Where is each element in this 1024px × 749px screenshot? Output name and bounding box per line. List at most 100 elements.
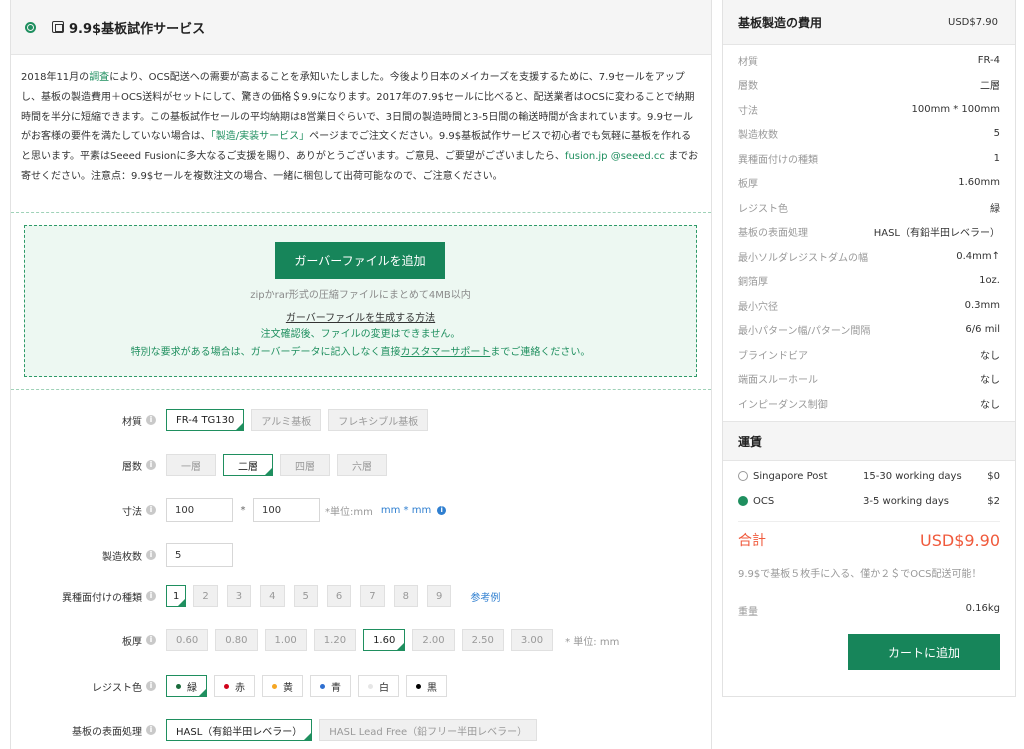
spec-row: ブラインドビア なし: [738, 344, 1000, 364]
designs-option[interactable]: 1: [166, 585, 187, 607]
thickness-option[interactable]: 1.20: [313, 629, 357, 651]
mask-option-black[interactable]: 黒: [406, 675, 447, 697]
thickness-option[interactable]: 0.60: [166, 629, 209, 651]
spec-row: 最小ソルダレジストダムの幅 0.4mm↑: [738, 246, 1000, 266]
size-unit-toggle[interactable]: mm * mm: [381, 505, 431, 516]
spec-value: 6/6 mil: [965, 323, 1000, 335]
spec-key: 基板の表面処理: [738, 227, 808, 239]
info-icon[interactable]: i: [146, 550, 156, 560]
mask-option-blue[interactable]: 青: [310, 675, 351, 697]
gerber-howto-link[interactable]: ガーバーファイルを生成する方法: [25, 309, 696, 324]
info-icon[interactable]: i: [146, 505, 156, 515]
reference-example-link[interactable]: 参考例: [470, 589, 500, 604]
add-to-cart-button[interactable]: カートに追加: [848, 634, 1000, 670]
thickness-option[interactable]: 2.50: [461, 629, 504, 651]
info-icon[interactable]: i: [146, 725, 156, 735]
designs-option[interactable]: 6: [326, 585, 352, 607]
note-text: 特別な要求がある場合は、ガーバーデータに記入しなく直接: [130, 347, 401, 358]
spec-value: HASL（有鉛半田レベラー）: [873, 227, 1000, 239]
mask-option-green[interactable]: 緑: [166, 675, 207, 697]
layers-option[interactable]: 四層: [280, 454, 330, 476]
material-option[interactable]: アルミ基板: [251, 409, 322, 431]
info-icon[interactable]: i: [146, 460, 156, 470]
finish-label: 基板の表面処理 i: [11, 723, 166, 738]
spec-value: 二層: [980, 80, 1000, 92]
total-row: 合計 USD$9.90: [738, 530, 1000, 550]
shipping-option-ocs[interactable]: OCS 3-5 working days $2: [738, 491, 1000, 511]
designs-option[interactable]: 2: [193, 585, 218, 607]
label-text: 製造枚数: [102, 551, 142, 563]
layers-option[interactable]: 一層: [166, 454, 216, 476]
material-row: 材質 i FR-4 TG130 アルミ基板 フレキシブル基板: [11, 407, 711, 433]
thickness-option[interactable]: 2.00: [412, 629, 455, 651]
divider: [11, 212, 711, 213]
info-icon[interactable]: i: [146, 635, 156, 645]
shipping-name: OCS: [753, 495, 775, 507]
spec-key: 寸法: [738, 105, 758, 117]
thickness-option[interactable]: 3.00: [510, 629, 554, 651]
spec-value: 1.60mm: [958, 176, 1000, 188]
info-icon[interactable]: i: [146, 681, 156, 691]
spec-value: FR-4: [977, 54, 1000, 66]
material-label: 材質 i: [11, 413, 166, 428]
color-swatch: [272, 683, 277, 689]
layers-option[interactable]: 二層: [223, 454, 273, 476]
finish-option[interactable]: HASL（有鉛半田レベラー）: [166, 719, 313, 741]
divider: [738, 521, 1000, 522]
shipping-header: 運賃: [723, 421, 1015, 461]
designs-option[interactable]: 4: [260, 585, 285, 607]
designs-option[interactable]: 9: [427, 585, 452, 607]
email-link[interactable]: fusion.jp @seeed.cc: [565, 151, 665, 162]
shipping-option-singapore-post[interactable]: Singapore Post 15-30 working days $0: [738, 466, 1000, 486]
layers-option[interactable]: 六層: [337, 454, 387, 476]
designs-option[interactable]: 3: [226, 585, 252, 607]
designs-option[interactable]: 7: [360, 585, 385, 607]
note-text: までご連絡ください。: [490, 347, 591, 358]
finish-option[interactable]: HASL Lead Free（鉛フリー半田レベラー）: [319, 719, 538, 741]
survey-link[interactable]: 調査: [89, 72, 109, 83]
info-icon[interactable]: i: [437, 505, 447, 515]
thickness-option[interactable]: 0.80: [215, 629, 258, 651]
material-option[interactable]: フレキシブル基板: [328, 409, 429, 431]
mask-option-red[interactable]: 赤: [214, 675, 255, 697]
designs-option[interactable]: 5: [293, 585, 318, 607]
quantity-input[interactable]: [166, 543, 233, 567]
manufacturing-service-link[interactable]: 「製造/実装サービス」: [211, 131, 309, 142]
total-label: 合計: [738, 533, 766, 549]
info-icon[interactable]: i: [146, 415, 156, 425]
spec-row: 異種面付けの種類 1: [738, 148, 1000, 168]
service-radio[interactable]: [25, 21, 36, 33]
radio-icon[interactable]: [738, 471, 748, 481]
add-gerber-button[interactable]: ガーバーファイルを追加: [275, 242, 445, 279]
option-text: 黒: [427, 682, 437, 694]
board-price: USD$7.90: [948, 16, 998, 28]
thickness-unit: * 単位: mm: [565, 636, 620, 648]
spec-key: 銅箔厚: [738, 276, 768, 288]
spec-value: 0.3mm: [964, 299, 1000, 311]
shipping-days: 15-30 working days: [863, 470, 962, 482]
radio-icon-selected[interactable]: [738, 496, 748, 506]
thickness-option[interactable]: 1.60: [363, 629, 406, 651]
material-option[interactable]: FR-4 TG130: [166, 409, 245, 431]
customer-support-link[interactable]: カスタマーサポート: [401, 347, 491, 358]
mask-option-white[interactable]: 白: [358, 675, 399, 697]
upload-hint: zipかrar形式の圧縮ファイルにまとめて4MB以内: [250, 290, 471, 301]
color-swatch: [368, 683, 373, 689]
mask-option-yellow[interactable]: 黄: [262, 675, 303, 697]
info-icon[interactable]: i: [146, 591, 156, 601]
designs-label: 異種面付けの種類 i: [11, 589, 166, 604]
spec-key: インピーダンス制御: [738, 399, 828, 411]
option-text: 白: [379, 682, 389, 694]
spec-row: 寸法 100mm * 100mm: [738, 99, 1000, 119]
option-text: 緑: [187, 682, 197, 694]
designs-option[interactable]: 8: [393, 585, 418, 607]
gerber-upload-area[interactable]: ガーバーファイルを追加 zipかrar形式の圧縮ファイルにまとめて4MB以内 ガ…: [24, 225, 697, 377]
size-width-input[interactable]: [166, 498, 233, 522]
spec-row: インピーダンス制御 なし: [738, 393, 1000, 413]
thickness-option[interactable]: 1.00: [264, 629, 307, 651]
upload-note: 注文確認後、ファイルの変更はできません。: [260, 329, 461, 340]
size-height-input[interactable]: [253, 498, 320, 522]
color-swatch: [320, 683, 325, 689]
label-text: 寸法: [122, 506, 142, 518]
spec-key: 材質: [738, 56, 758, 68]
